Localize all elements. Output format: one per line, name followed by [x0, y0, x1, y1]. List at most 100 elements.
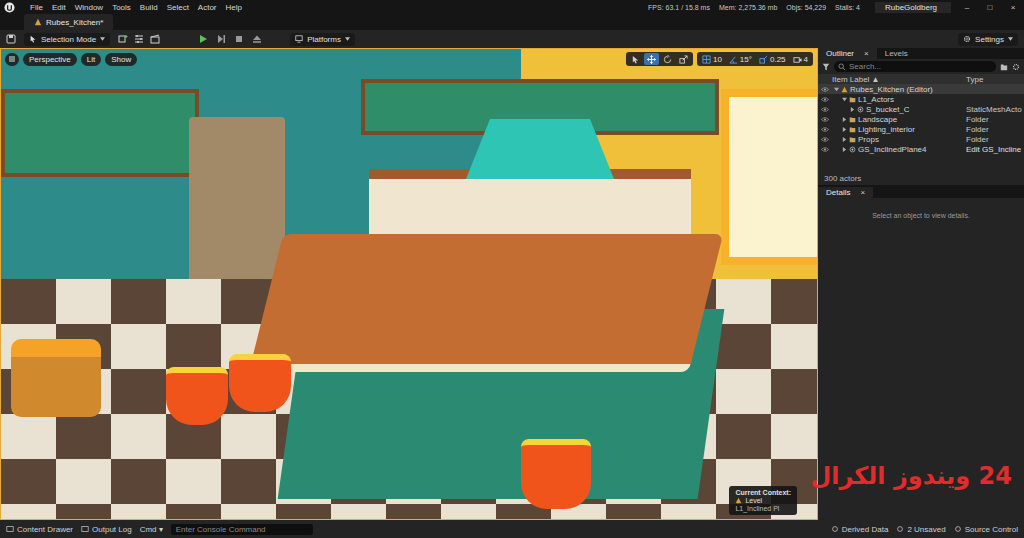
- snap-setting[interactable]: 10: [699, 53, 725, 65]
- status-button[interactable]: Content Drawer: [6, 525, 73, 534]
- platforms-dropdown[interactable]: Platforms: [290, 33, 355, 46]
- eye-icon[interactable]: [821, 107, 829, 112]
- viewport-toolbar: Perspective Lit Show 1015°0.254: [5, 52, 813, 66]
- expanded-arrow-icon[interactable]: [834, 87, 839, 92]
- save-icon[interactable]: [6, 34, 16, 44]
- settings-dropdown[interactable]: Settings: [958, 33, 1018, 46]
- play-icon[interactable]: [198, 34, 208, 44]
- column-header[interactable]: Type: [966, 75, 1024, 84]
- status-bar: Content Drawer Output Log Cmd ▾ Enter Conso…: [0, 520, 1024, 538]
- window-control[interactable]: –: [960, 3, 974, 12]
- transform-tool[interactable]: [660, 53, 675, 65]
- perf-stat: Mem: 2,275.36 mb: [719, 4, 777, 11]
- viewport-button[interactable]: Perspective: [23, 53, 77, 66]
- unreal-logo-icon[interactable]: [4, 2, 15, 13]
- status-button[interactable]: Derived Data: [831, 525, 889, 534]
- add-actor-icon[interactable]: [118, 34, 128, 44]
- status-button[interactable]: Source Control: [954, 525, 1018, 534]
- outliner-row[interactable]: Rubes_Kitchen (Editor): [818, 84, 1024, 94]
- outliner-search-row: Search...: [818, 59, 1024, 74]
- menu-item[interactable]: Help: [226, 3, 242, 12]
- lamp: [466, 119, 614, 179]
- viewport-menu-button[interactable]: [5, 53, 19, 66]
- perf-stat: FPS: 63.1 / 15.8 ms: [648, 4, 710, 11]
- close-button[interactable]: ×: [864, 49, 869, 58]
- eye-icon[interactable]: [821, 87, 829, 92]
- selection-mode-dropdown[interactable]: Selection Mode: [24, 33, 110, 46]
- folder-icon: [849, 96, 856, 103]
- transform-tool[interactable]: [644, 53, 659, 65]
- eye-icon[interactable]: [821, 97, 829, 102]
- eye-icon[interactable]: [821, 127, 829, 132]
- collapsed-arrow-icon[interactable]: [842, 117, 847, 122]
- collapsed-arrow-icon[interactable]: [842, 137, 847, 142]
- close-button[interactable]: ×: [860, 188, 865, 197]
- blueprint-icon[interactable]: [134, 34, 144, 44]
- collapsed-arrow-icon[interactable]: [850, 107, 855, 112]
- cmd-dropdown[interactable]: Cmd ▾: [140, 525, 163, 534]
- menu-item[interactable]: Tools: [112, 3, 131, 12]
- menu-item[interactable]: Select: [167, 3, 189, 12]
- folder-icon: [849, 136, 856, 143]
- bucket: [521, 439, 591, 509]
- menu-bar: File Edit Window Tools Build Select Actor Help F…: [0, 0, 1024, 14]
- bucket: [229, 354, 291, 412]
- snap-setting[interactable]: 0.25: [756, 53, 789, 65]
- level-icon: [841, 86, 848, 93]
- snap-setting[interactable]: 15°: [726, 53, 755, 65]
- outliner-row[interactable]: GS_InclinedPlane4Edit GS_Incline: [818, 144, 1024, 154]
- menu-item[interactable]: Edit: [52, 3, 66, 12]
- expanded-arrow-icon[interactable]: [842, 97, 847, 102]
- platforms-icon: [295, 35, 303, 43]
- eye-icon[interactable]: [821, 137, 829, 142]
- transform-tools: [626, 52, 693, 66]
- menu-item[interactable]: Build: [140, 3, 158, 12]
- caret-icon: [1008, 37, 1013, 41]
- move-icon: [647, 55, 656, 64]
- viewport-button[interactable]: Show: [105, 53, 137, 66]
- menu-item[interactable]: File: [30, 3, 43, 12]
- filter-icon[interactable]: [822, 63, 830, 71]
- transform-tool[interactable]: [676, 53, 691, 65]
- panel-tab[interactable]: Outliner×: [818, 48, 877, 59]
- outliner-row[interactable]: L1_Actors: [818, 94, 1024, 104]
- step-icon[interactable]: [216, 34, 226, 44]
- panel-tab[interactable]: Details×: [818, 187, 873, 198]
- collapsed-arrow-icon[interactable]: [842, 127, 847, 132]
- island-top: [249, 234, 723, 372]
- outliner-row[interactable]: PropsFolder: [818, 134, 1024, 144]
- window-control[interactable]: □: [983, 3, 997, 12]
- folder-icon: [849, 116, 856, 123]
- collapsed-arrow-icon[interactable]: [842, 147, 847, 152]
- outliner-tabs: Outliner×Levels: [818, 48, 1024, 59]
- level-viewport[interactable]: PerspectiveLitShow1015°0.254Current Cont…: [0, 48, 818, 520]
- transform-tool[interactable]: [628, 53, 643, 65]
- cinematics-icon[interactable]: [150, 34, 160, 44]
- menu-item[interactable]: Window: [75, 3, 103, 12]
- viewport-button[interactable]: Lit: [81, 53, 101, 66]
- back-counter: [369, 169, 691, 239]
- outliner-row[interactable]: Lighting_interiorFolder: [818, 124, 1024, 134]
- window-control[interactable]: ×: [1006, 3, 1020, 12]
- status-button[interactable]: Output Log: [81, 525, 132, 534]
- add-folder-icon[interactable]: [1000, 63, 1008, 71]
- panel-tab[interactable]: Levels: [877, 48, 916, 59]
- eye-icon[interactable]: [821, 147, 829, 152]
- stop-icon[interactable]: [234, 34, 244, 44]
- level-icon: [34, 18, 42, 26]
- outliner-row[interactable]: LandscapeFolder: [818, 114, 1024, 124]
- status-icon: [896, 525, 904, 533]
- settings-icon[interactable]: [1012, 63, 1020, 71]
- eject-icon[interactable]: [252, 34, 262, 44]
- console-input[interactable]: Enter Console Command: [171, 524, 313, 535]
- outliner-search[interactable]: Search...: [834, 61, 996, 72]
- snap-setting[interactable]: 4: [790, 53, 811, 65]
- status-button[interactable]: 2 Unsaved: [896, 525, 945, 534]
- document-tab[interactable]: Rubes_Kitchen*: [24, 14, 113, 30]
- panel-icon: [6, 525, 14, 533]
- orange-barrel: [11, 339, 101, 417]
- menu-item[interactable]: Actor: [198, 3, 217, 12]
- outliner-row[interactable]: S_bucket_CStaticMeshActo: [818, 104, 1024, 114]
- eye-icon[interactable]: [821, 117, 829, 122]
- column-header[interactable]: Item Label ▲: [832, 75, 966, 84]
